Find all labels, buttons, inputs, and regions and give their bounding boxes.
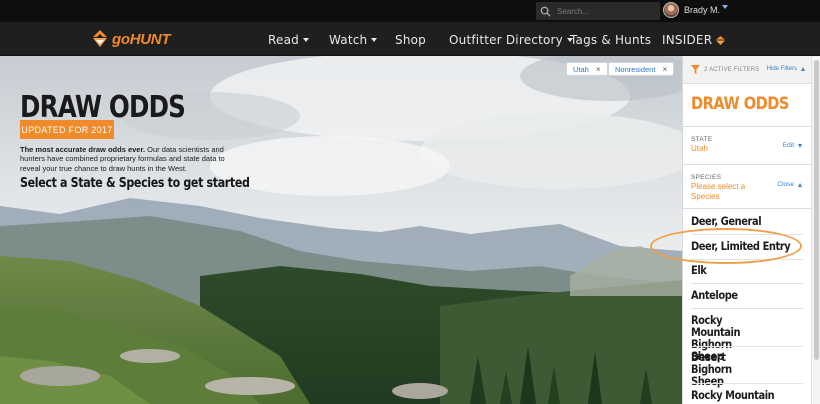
avatar[interactable]: [663, 2, 679, 18]
scrollbar-thumb[interactable]: [814, 60, 819, 360]
main-navigation: goHUNT Read Watch Shop Outfitter Directo…: [0, 22, 820, 56]
nav-read-label: Read: [268, 33, 299, 47]
species-prompt: Please select a Species: [691, 182, 746, 201]
sidebar-title: DRAW ODDS: [691, 94, 789, 114]
scrollbar[interactable]: [811, 56, 820, 404]
nav-shop-label: Shop: [395, 33, 426, 47]
nav-shop[interactable]: Shop: [395, 33, 426, 47]
search-icon: [540, 6, 551, 17]
divider: [691, 234, 803, 235]
nav-tags-label: Tags & Hunts: [570, 33, 652, 47]
divider: [683, 126, 811, 127]
description-lead: The most accurate draw odds ever.: [20, 145, 146, 154]
hero-description: The most accurate draw odds ever. Our da…: [20, 145, 235, 173]
species-label: Deer, General: [691, 214, 762, 228]
edit-label: Edit: [782, 142, 794, 149]
hide-filters-label: Hide Filters: [766, 66, 797, 72]
filter-chip-nonresident[interactable]: Nonresident ×: [608, 62, 675, 76]
species-option[interactable]: Antelope: [691, 289, 803, 301]
species-option[interactable]: Desert Bighorn Sheep: [691, 351, 761, 387]
filter-header: 2 ACTIVE FILTERS Hide Filters: [683, 56, 811, 84]
logo-text: goHUNT: [112, 30, 171, 48]
chip-label: Utah: [573, 64, 589, 74]
nav-tags-hunts[interactable]: Tags & Hunts: [570, 33, 651, 47]
call-to-action: Select a State & Species to get started: [20, 176, 250, 191]
search-input[interactable]: [557, 6, 657, 16]
hero-banner: DRAW ODDS UPDATED FOR 2017 The most accu…: [0, 56, 682, 404]
species-label: Antelope: [691, 288, 738, 302]
chevron-up-icon: [798, 182, 802, 187]
state-value: Utah: [691, 144, 708, 153]
divider: [691, 383, 803, 384]
chevron-down-icon[interactable]: [722, 5, 728, 9]
top-utility-bar: Brady M.: [0, 0, 820, 22]
nav-read[interactable]: Read: [268, 33, 309, 47]
nav-watch-label: Watch: [329, 33, 368, 47]
species-option[interactable]: Deer, General: [691, 215, 803, 227]
species-option[interactable]: Elk: [691, 264, 803, 276]
species-label: SPECIES: [691, 174, 722, 181]
updated-badge: UPDATED FOR 2017: [20, 120, 114, 139]
species-label: Desert Bighorn Sheep: [691, 350, 732, 388]
close-icon[interactable]: ×: [662, 65, 667, 74]
divider: [691, 308, 803, 309]
nav-insider[interactable]: INSIDER: [662, 33, 726, 47]
state-label: STATE: [691, 136, 713, 143]
nav-insider-label: INSIDER: [662, 33, 713, 47]
search-box[interactable]: [536, 2, 660, 20]
species-label: Deer, Limited Entry: [691, 239, 791, 253]
divider: [683, 208, 811, 209]
insider-logo-icon: [716, 35, 726, 45]
filter-funnel-icon: [691, 65, 700, 74]
species-label: Rocky Mountain: [691, 388, 775, 402]
gohunt-logo-icon: [93, 30, 107, 47]
species-close-link[interactable]: Close: [777, 181, 802, 188]
logo[interactable]: goHUNT: [92, 30, 170, 48]
nav-watch[interactable]: Watch: [329, 33, 378, 47]
hide-filters-link[interactable]: Hide Filters: [767, 66, 805, 72]
chip-label: Nonresident: [615, 64, 656, 74]
filter-chip-utah[interactable]: Utah ×: [566, 62, 608, 76]
close-icon[interactable]: ×: [596, 65, 601, 74]
divider: [691, 283, 803, 284]
chevron-down-icon: [371, 38, 378, 42]
divider: [683, 164, 811, 165]
state-edit-link[interactable]: Edit: [783, 142, 802, 149]
chevron-down-icon: [798, 143, 802, 148]
filter-sidebar: 2 ACTIVE FILTERS Hide Filters DRAW ODDS …: [682, 56, 820, 404]
active-filters-count: 2 ACTIVE FILTERS: [704, 66, 760, 73]
nav-outfitter-label: Outfitter Directory: [449, 33, 563, 47]
species-option[interactable]: Deer, Limited Entry: [691, 240, 803, 252]
species-option[interactable]: Rocky Mountain: [691, 389, 803, 401]
chevron-down-icon: [302, 38, 309, 42]
species-label: Elk: [691, 263, 707, 277]
close-label: Close: [777, 181, 794, 188]
divider: [691, 346, 803, 347]
nav-outfitter-directory[interactable]: Outfitter Directory: [449, 33, 573, 47]
user-name[interactable]: Brady M.: [684, 5, 720, 15]
chevron-up-icon: [801, 67, 805, 71]
divider: [691, 259, 803, 260]
